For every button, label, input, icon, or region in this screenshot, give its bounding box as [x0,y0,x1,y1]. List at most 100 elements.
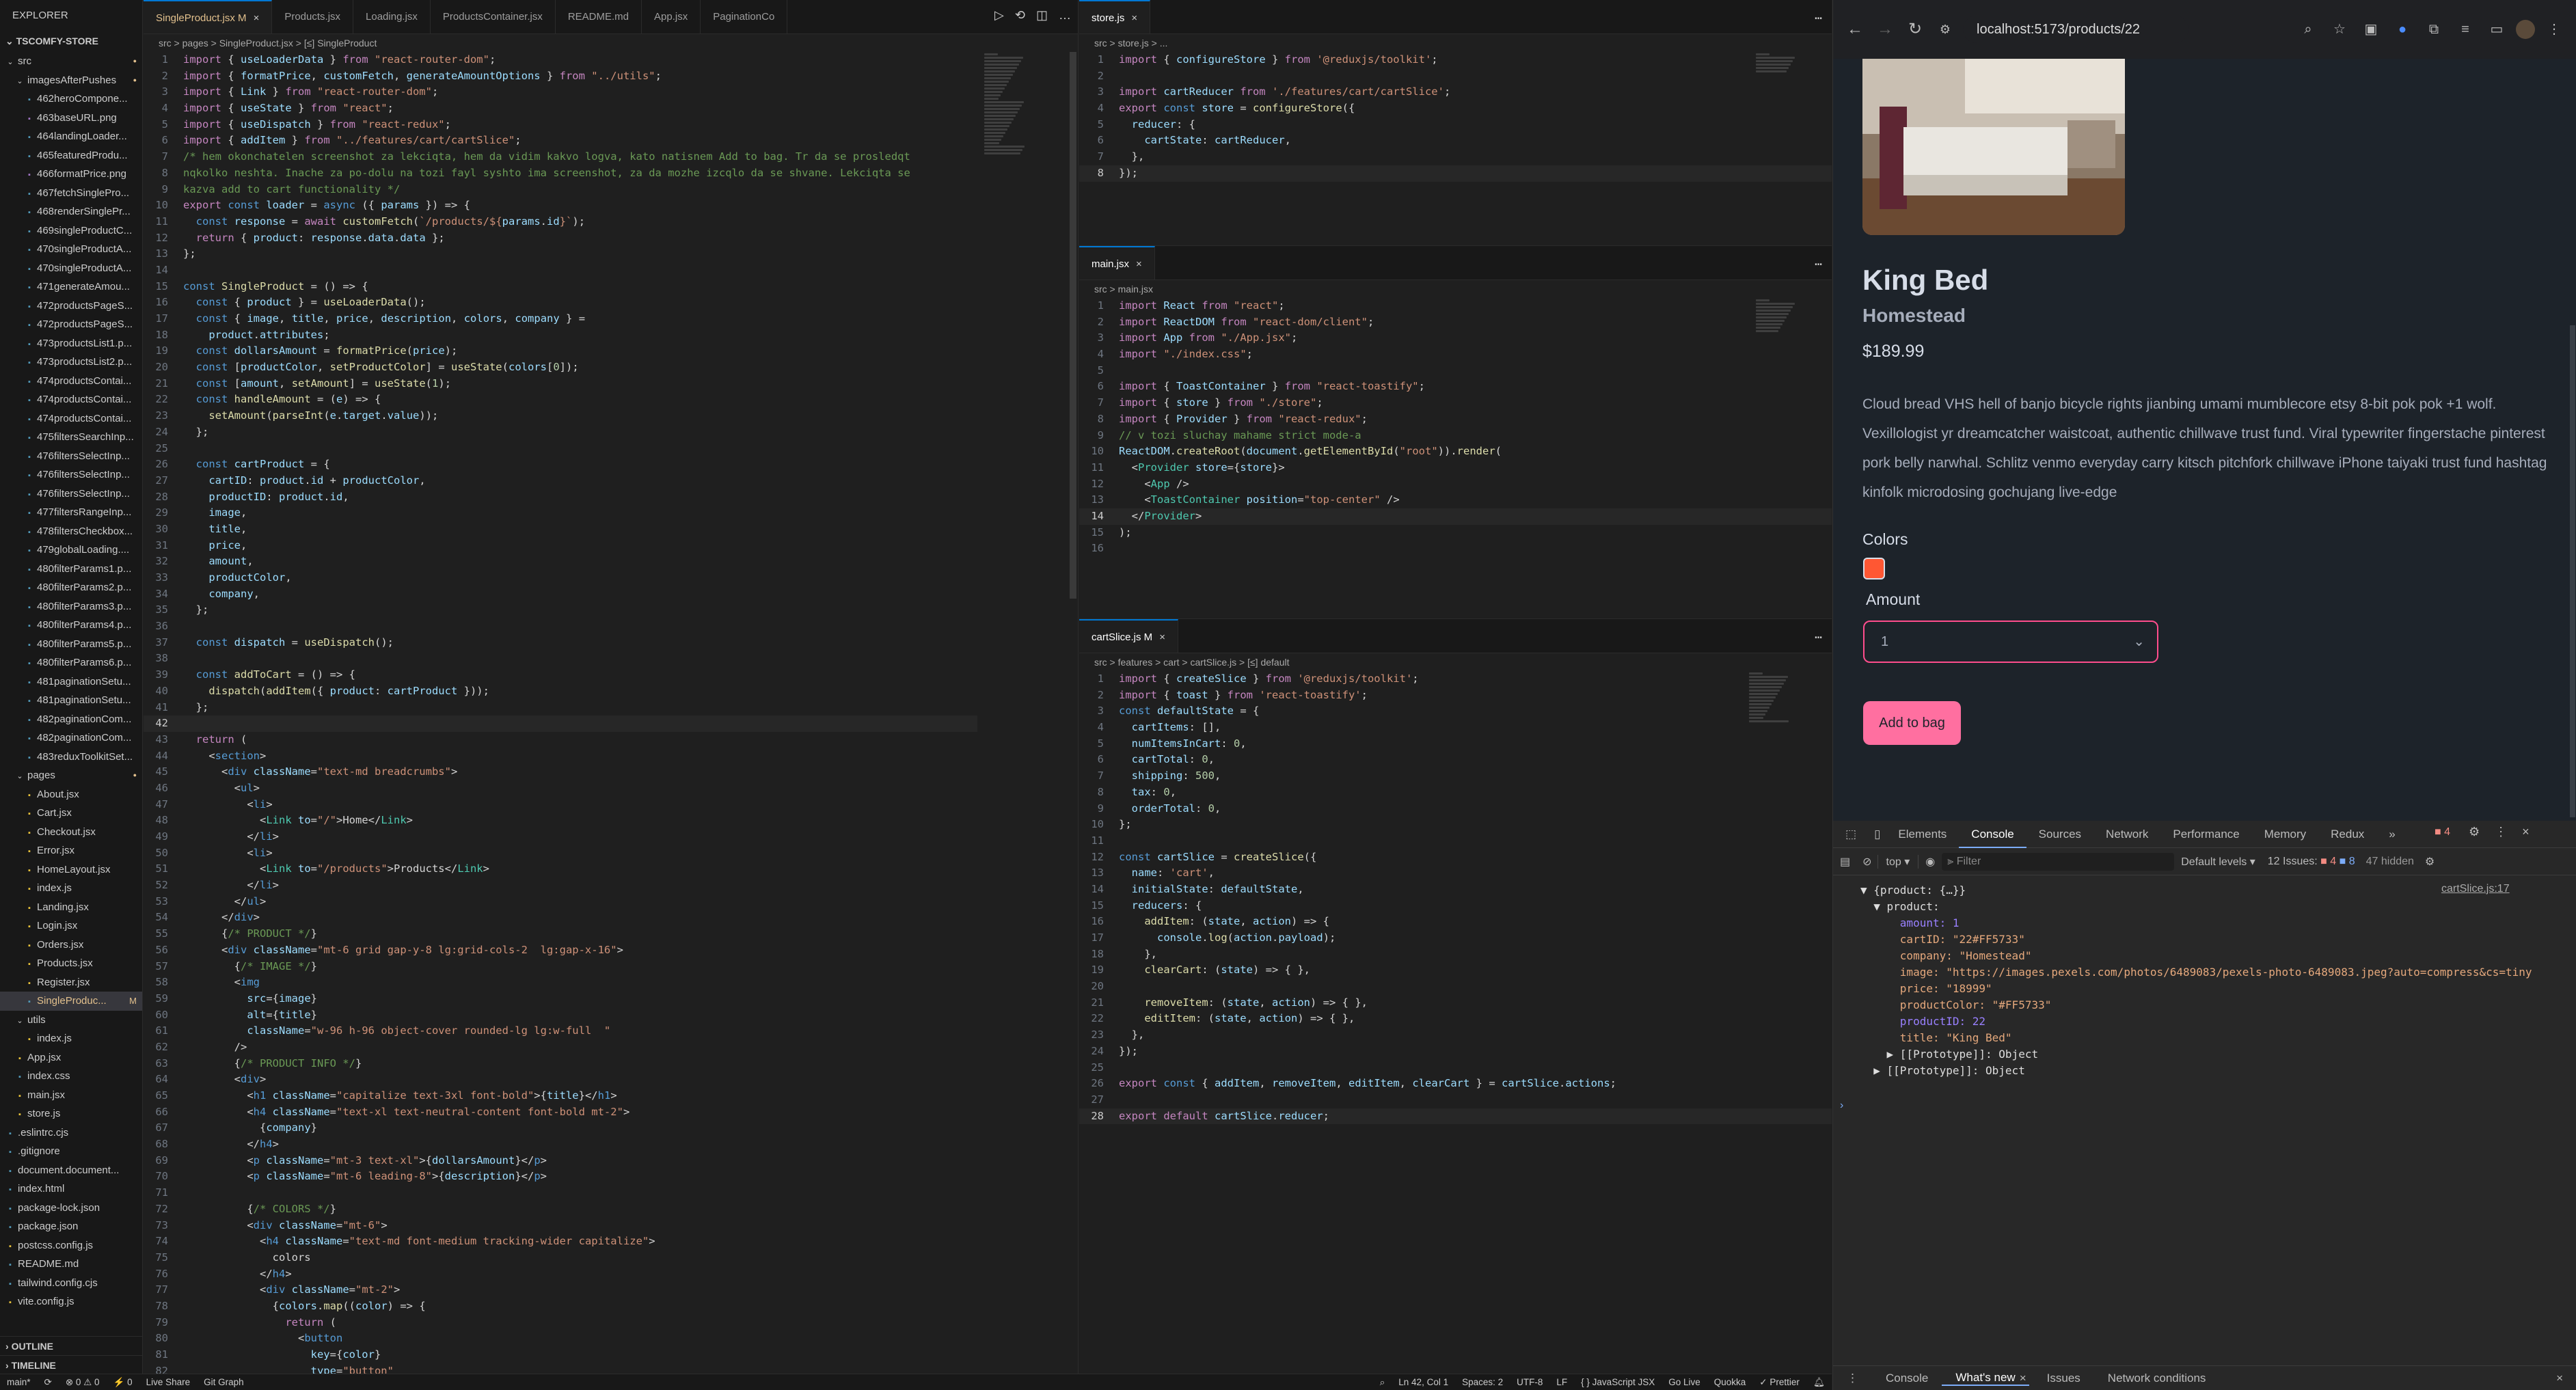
context-select[interactable]: top ▾ [1877,854,1919,869]
console-prompt[interactable]: › [1840,1100,1843,1112]
close-icon[interactable]: × [2522,825,2530,839]
file-item[interactable]: ▪ store.js [0,1104,142,1123]
code-line[interactable]: 26 export const { addItem, removeItem, ed… [1079,1076,1832,1092]
close-icon[interactable]: × [1136,258,1142,270]
file-item[interactable]: ▪ SingleProduc... M [0,992,142,1011]
console-log-line[interactable]: title: "King Bed" [1833,1030,2576,1046]
code-line[interactable]: 10 export const loader = async ({ params … [144,197,977,214]
code-line[interactable]: 20 [1079,979,1832,995]
code-line[interactable]: 80 <button [144,1331,977,1347]
file-item[interactable]: ▪ 468renderSinglePr... [0,202,142,221]
code-line[interactable]: 1 import { configureStore } from '@reduxj… [1079,52,1832,68]
console-settings-icon[interactable]: ⚙ [2419,855,2440,869]
code-line[interactable]: 9 orderTotal: 0, [1079,801,1832,817]
code-line[interactable]: 32 amount, [144,554,977,570]
code-line[interactable]: 6 import { addItem } from "../features/ca… [144,133,977,149]
code-line[interactable]: 12 return { product: response.data.data … [144,230,977,247]
close-icon[interactable]: × [2543,1372,2576,1385]
file-item[interactable]: ▪ 474productsContai... [0,390,142,409]
code-line[interactable]: 1 import { createSlice } from '@reduxjs/t… [1079,671,1832,687]
file-item[interactable]: ▪ 474productsContai... [0,409,142,428]
file-item[interactable]: ▪ 473productsList1.p... [0,334,142,353]
code-line[interactable]: 34 company, [144,586,977,603]
code-line[interactable]: 27 cartID: product.id + productColor, [144,473,977,489]
code-line[interactable]: 66 <h4 className="text-xl text-neutral-c… [144,1104,977,1121]
code-line[interactable]: 60 alt={title} [144,1007,977,1024]
close-icon[interactable]: × [1159,631,1165,643]
minimap[interactable] [1756,298,1797,332]
eye-icon[interactable]: ◉ [1919,855,1942,869]
code-line[interactable]: 28 productID: product.id, [144,489,977,506]
editor-tab[interactable]: README.md [556,0,642,33]
code-editor-cartslice[interactable]: 1 import { createSlice } from '@reduxjs/t… [1079,671,1832,1125]
code-line[interactable]: 51 <Link to="/products">Products</Link> [144,861,977,877]
code-line[interactable]: 37 const dispatch = useDispatch(); [144,635,977,651]
code-line[interactable]: 6 cartState: cartReducer, [1079,133,1832,149]
code-line[interactable]: 15 reducers: { [1079,898,1832,914]
language-mode[interactable]: { } JavaScript JSX [1574,1377,1662,1388]
close-icon[interactable]: × [1131,12,1137,24]
code-line[interactable]: 73 <div className="mt-6"> [144,1218,977,1234]
file-item[interactable]: ▪ 472productsPageS... [0,297,142,316]
devtools-tab[interactable]: Sources [2026,821,2093,848]
log-levels-select[interactable]: Default levels ▾ [2174,855,2262,869]
code-line[interactable]: 21 const [amount, setAmount] = useState(… [144,376,977,392]
code-line[interactable]: 75 colors [144,1250,977,1266]
devtools-tab[interactable]: Console [1959,821,2026,848]
code-editor-store[interactable]: 1 import { configureStore } from '@reduxj… [1079,52,1832,182]
code-line[interactable]: 64 <div> [144,1072,977,1088]
file-item[interactable]: ▪ 477filtersRangeInp... [0,503,142,522]
file-item[interactable]: ▪ 479globalLoading.... [0,541,142,560]
console-log-line[interactable]: productID: 22 [1833,1013,2576,1030]
code-line[interactable]: 43 return ( [144,732,977,748]
file-item[interactable]: ▪ postcss.config.js [0,1236,142,1255]
code-line[interactable]: 77 <div className="mt-2"> [144,1282,977,1298]
clear-console-icon[interactable]: ⊘ [1857,855,1877,869]
folder-item[interactable]: ⌄ imagesAfterPushes ● [0,71,142,90]
add-to-bag-button[interactable]: Add to bag [1863,701,1961,745]
file-item[interactable]: ▪ 474productsContai... [0,372,142,391]
minimap[interactable] [1749,671,1790,726]
file-item[interactable]: ▪ 478filtersCheckbox... [0,522,142,541]
zoom-icon[interactable]: ⌕ [1373,1377,1392,1388]
code-line[interactable]: 40 dispatch(addItem({ product: cartProdu… [144,683,977,700]
code-line[interactable]: 36 [144,618,977,635]
code-line[interactable]: 19 clearCart: (state) => { }, [1079,962,1832,979]
file-item[interactable]: ▪ Checkout.jsx [0,823,142,842]
code-line[interactable]: 17 const { image, title, price, descript… [144,311,977,327]
file-item[interactable]: ▪ 476filtersSelectInp... [0,465,142,485]
code-editor-singleproduct[interactable]: 1 import { useLoaderData } from "react-ro… [144,52,977,1379]
file-item[interactable]: ▪ index.js [0,1029,142,1048]
file-item[interactable]: ▪ 469singleProductC... [0,221,142,241]
git-graph-button[interactable]: Git Graph [197,1377,251,1387]
code-line[interactable]: 11 [1079,833,1832,849]
file-item[interactable]: ▪ 470singleProductA... [0,240,142,259]
code-line[interactable]: 10 ReactDOM.createRoot(document.getElemen… [1079,444,1832,460]
code-line[interactable]: 59 src={image} [144,991,977,1007]
more-actions-icon[interactable]: … [1059,8,1071,23]
code-line[interactable]: 10}; [1079,817,1832,833]
file-item[interactable]: ▪ 480filterParams3.p... [0,597,142,616]
file-item[interactable]: ▪ 480filterParams2.p... [0,578,142,597]
prettier-button[interactable]: ✓ Prettier [1752,1377,1806,1388]
code-line[interactable]: 52 </li> [144,877,977,894]
code-line[interactable]: 42 [144,716,977,732]
file-item[interactable]: ▪ 462heroCompone... [0,90,142,109]
code-line[interactable]: 15); [1079,525,1832,541]
cursor-position[interactable]: Ln 42, Col 1 [1392,1377,1455,1388]
file-item[interactable]: ▪ tailwind.config.cjs [0,1274,142,1293]
code-line[interactable]: 67 {company} [144,1120,977,1136]
site-info-icon[interactable]: ⚙ [1933,17,1957,42]
code-line[interactable]: 6 cartTotal: 0, [1079,752,1832,768]
devtools-tab[interactable]: Memory [2252,821,2318,848]
code-line[interactable]: 23 setAmount(parseInt(e.target.value)); [144,408,977,424]
indentation[interactable]: Spaces: 2 [1455,1377,1510,1388]
outline-section[interactable]: › OUTLINE [0,1336,142,1355]
more-actions-icon[interactable]: … [1815,254,1822,269]
code-line[interactable]: 7 shipping: 500, [1079,768,1832,785]
file-item[interactable]: ▪ Login.jsx [0,916,142,936]
code-line[interactable]: 4 import "./index.css"; [1079,346,1832,363]
menu-kebab-icon[interactable]: ⋮ [2542,17,2566,42]
source-control-icon[interactable]: ⟲ [1015,8,1025,23]
code-line[interactable]: 5 [1079,363,1832,379]
